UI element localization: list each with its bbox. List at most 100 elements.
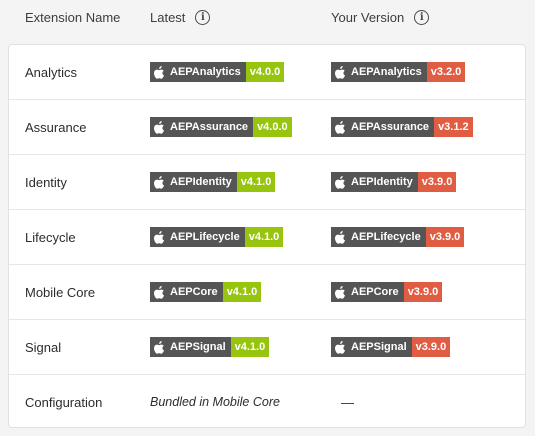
extensions-table: Analytics AEPAnalytics v4.0.0 AEPAnalyti… bbox=[8, 44, 526, 428]
badge-label: AEPIdentity bbox=[150, 172, 237, 192]
badge-label: AEPAnalytics bbox=[331, 62, 427, 82]
empty-version-dash: — bbox=[341, 394, 354, 410]
latest-version-badge[interactable]: AEPAnalytics v4.0.0 bbox=[150, 62, 285, 82]
apple-icon bbox=[335, 120, 346, 134]
your-version-cell: AEPIdentity v3.9.0 bbox=[331, 155, 457, 209]
latest-version-badge[interactable]: AEPAssurance v4.0.0 bbox=[150, 117, 292, 137]
table-row: Analytics AEPAnalytics v4.0.0 AEPAnalyti… bbox=[9, 45, 525, 100]
latest-version-badge[interactable]: AEPCore v4.1.0 bbox=[150, 282, 262, 302]
badge-label-text: AEPSignal bbox=[351, 341, 407, 353]
table-row: Signal AEPSignal v4.1.0 AEPSignal v3.9.0 bbox=[9, 320, 525, 375]
apple-icon bbox=[154, 230, 165, 244]
table-row: Configuration Bundled in Mobile Core — bbox=[9, 375, 525, 430]
badge-label: AEPLifecycle bbox=[331, 227, 426, 247]
your-version-badge[interactable]: AEPLifecycle v3.9.0 bbox=[331, 227, 465, 247]
extension-name: Configuration bbox=[25, 394, 103, 410]
latest-cell: AEPIdentity v4.1.0 bbox=[150, 155, 276, 209]
column-header-label: Extension Name bbox=[25, 9, 121, 25]
badge-label-text: AEPIdentity bbox=[170, 176, 232, 188]
extension-name: Analytics bbox=[25, 64, 78, 80]
column-header-extension-name: Extension Name bbox=[25, 8, 120, 26]
table-row: Mobile Core AEPCore v4.1.0 AEPCore v3.9.… bbox=[9, 265, 525, 320]
apple-icon bbox=[154, 175, 165, 189]
table-header: Extension Name Latest i Your Version i bbox=[0, 0, 535, 36]
badge-version: v3.9.0 bbox=[417, 172, 457, 192]
your-version-badge[interactable]: AEPAnalytics v3.2.0 bbox=[331, 62, 466, 82]
latest-cell: AEPCore v4.1.0 bbox=[150, 265, 262, 319]
badge-version: v4.1.0 bbox=[244, 227, 284, 247]
apple-icon bbox=[335, 230, 346, 244]
badge-label: AEPAssurance bbox=[331, 117, 435, 137]
badge-label: AEPLifecycle bbox=[150, 227, 245, 247]
badge-label: AEPAnalytics bbox=[150, 62, 246, 82]
your-version-badge[interactable]: AEPCore v3.9.0 bbox=[331, 282, 443, 302]
badge-label: AEPSignal bbox=[331, 337, 412, 357]
your-version-cell: AEPSignal v3.9.0 bbox=[331, 320, 451, 374]
latest-version-badge[interactable]: AEPSignal v4.1.0 bbox=[150, 337, 270, 357]
extension-name: Identity bbox=[25, 174, 67, 190]
apple-icon bbox=[154, 340, 165, 354]
table-row: Assurance AEPAssurance v4.0.0 AEPAssuran… bbox=[9, 100, 525, 155]
badge-version: v3.9.0 bbox=[425, 227, 465, 247]
badge-label-text: AEPIdentity bbox=[351, 176, 413, 188]
column-header-label: Your Version bbox=[331, 9, 405, 25]
latest-cell: Bundled in Mobile Core bbox=[150, 375, 280, 429]
apple-icon bbox=[335, 175, 346, 189]
your-version-cell: AEPAnalytics v3.2.0 bbox=[331, 45, 466, 99]
apple-icon bbox=[154, 120, 165, 134]
badge-version: v3.9.0 bbox=[403, 282, 443, 302]
your-version-cell: AEPCore v3.9.0 bbox=[331, 265, 443, 319]
badge-label-text: AEPLifecycle bbox=[170, 231, 240, 243]
badge-label-text: AEPAssurance bbox=[170, 121, 249, 133]
badge-version: v4.1.0 bbox=[236, 172, 276, 192]
badge-label: AEPCore bbox=[331, 282, 404, 302]
badge-label: AEPAssurance bbox=[150, 117, 254, 137]
badge-version: v4.0.0 bbox=[253, 117, 292, 137]
info-icon[interactable]: i bbox=[414, 9, 430, 25]
badge-label-text: AEPAnalytics bbox=[170, 66, 241, 78]
badge-label-text: AEPCore bbox=[351, 286, 399, 298]
latest-version-badge[interactable]: AEPLifecycle v4.1.0 bbox=[150, 227, 284, 247]
badge-label: AEPCore bbox=[150, 282, 223, 302]
badge-version: v4.1.0 bbox=[222, 282, 262, 302]
badge-label: AEPSignal bbox=[150, 337, 231, 357]
badge-version: v4.1.0 bbox=[230, 337, 270, 357]
extension-name: Lifecycle bbox=[25, 229, 76, 245]
latest-version-badge[interactable]: AEPIdentity v4.1.0 bbox=[150, 172, 276, 192]
latest-cell: AEPLifecycle v4.1.0 bbox=[150, 210, 284, 264]
your-version-cell: AEPLifecycle v3.9.0 bbox=[331, 210, 465, 264]
apple-icon bbox=[154, 285, 165, 299]
your-version-badge[interactable]: AEPSignal v3.9.0 bbox=[331, 337, 451, 357]
badge-version: v3.1.2 bbox=[434, 117, 473, 137]
badge-label-text: AEPLifecycle bbox=[351, 231, 421, 243]
info-icon[interactable]: i bbox=[195, 9, 211, 25]
your-version-cell: — bbox=[331, 375, 354, 429]
badge-version: v3.9.0 bbox=[411, 337, 451, 357]
latest-cell: AEPAnalytics v4.0.0 bbox=[150, 45, 285, 99]
badge-label-text: AEPSignal bbox=[170, 341, 226, 353]
your-version-badge[interactable]: AEPAssurance v3.1.2 bbox=[331, 117, 473, 137]
badge-version: v3.2.0 bbox=[426, 62, 466, 82]
table-row: Identity AEPIdentity v4.1.0 AEPIdentity … bbox=[9, 155, 525, 210]
apple-icon bbox=[335, 340, 346, 354]
table-row: Lifecycle AEPLifecycle v4.1.0 AEPLifecyc… bbox=[9, 210, 525, 265]
column-header-latest: Latest i bbox=[150, 8, 211, 26]
bundled-note: Bundled in Mobile Core bbox=[150, 395, 280, 409]
apple-icon bbox=[335, 285, 346, 299]
column-header-your-version: Your Version i bbox=[331, 8, 430, 26]
badge-label-text: AEPCore bbox=[170, 286, 218, 298]
your-version-cell: AEPAssurance v3.1.2 bbox=[331, 100, 473, 154]
latest-cell: AEPSignal v4.1.0 bbox=[150, 320, 270, 374]
apple-icon bbox=[335, 65, 346, 79]
latest-cell: AEPAssurance v4.0.0 bbox=[150, 100, 292, 154]
badge-label-text: AEPAssurance bbox=[351, 121, 430, 133]
badge-version: v4.0.0 bbox=[245, 62, 285, 82]
extension-name: Signal bbox=[25, 339, 62, 355]
apple-icon bbox=[154, 65, 165, 79]
badge-label-text: AEPAnalytics bbox=[351, 66, 422, 78]
extension-name: Mobile Core bbox=[25, 284, 96, 300]
extension-name: Assurance bbox=[25, 119, 87, 135]
column-header-label: Latest bbox=[150, 9, 186, 25]
badge-label: AEPIdentity bbox=[331, 172, 418, 192]
your-version-badge[interactable]: AEPIdentity v3.9.0 bbox=[331, 172, 457, 192]
